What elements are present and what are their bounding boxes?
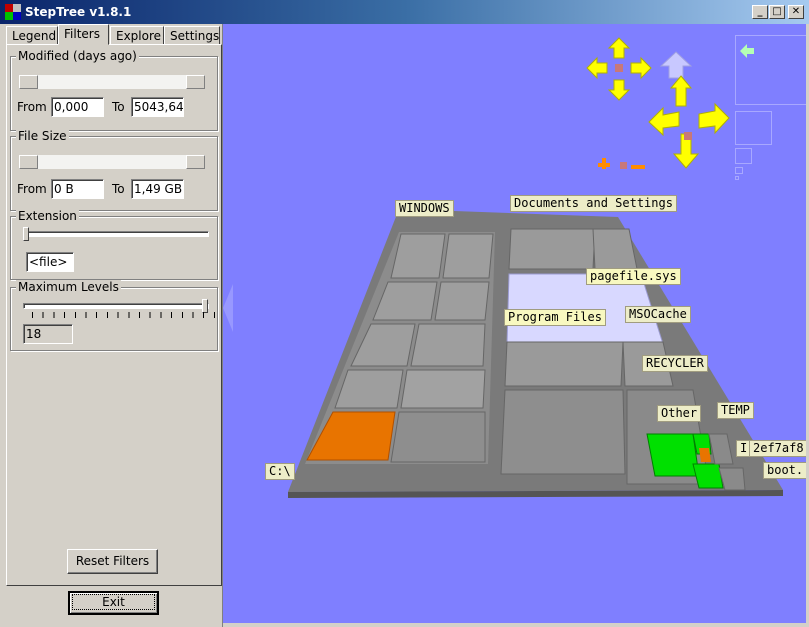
label-c-drive[interactable]: C:\ [265, 463, 295, 480]
file-size-group-label: File Size [16, 129, 69, 143]
extension-value: <file> [26, 252, 74, 272]
tab-filters[interactable]: Filters [58, 24, 109, 45]
modified-range-slider[interactable] [19, 75, 205, 89]
exit-button[interactable]: Exit [68, 591, 159, 615]
filters-panel: Modified (days ago) From 0,000 To 5043,6… [6, 44, 222, 586]
file-size-from-label: From [17, 182, 47, 196]
label-program-files[interactable]: Program Files [504, 309, 606, 326]
label-2ef7af8[interactable]: 2ef7af8 [749, 440, 806, 457]
tab-settings[interactable]: Settings [164, 26, 220, 45]
file-size-to-label: To [112, 182, 125, 196]
file-size-range-low-thumb[interactable] [19, 155, 38, 169]
modified-range-low-thumb[interactable] [19, 75, 38, 89]
file-size-range-high-thumb[interactable] [186, 155, 205, 169]
file-size-from-input[interactable]: 0 B [51, 179, 104, 199]
file-size-to-input[interactable]: 1,49 GB [131, 179, 184, 199]
label-temp[interactable]: TEMP [717, 402, 754, 419]
modified-to-label: To [112, 100, 125, 114]
control-panel: Legend Filters Explore Settings Modified… [0, 24, 223, 627]
folder-other-block[interactable] [646, 433, 700, 477]
label-windows[interactable]: WINDOWS [395, 200, 454, 217]
max-levels-ticks [32, 312, 216, 318]
reset-filters-button[interactable]: Reset Filters [67, 549, 158, 574]
folder-program-files-block[interactable] [504, 341, 624, 387]
folder-documents-block[interactable] [508, 228, 596, 270]
treemap-3d-viewport[interactable]: WINDOWS Documents and Settings pagefile.… [223, 24, 806, 623]
window-title: StepTree v1.8.1 [25, 5, 132, 19]
modified-from-input[interactable]: 0,000 [51, 97, 104, 117]
modified-group: Modified (days ago) From 0,000 To 5043,6… [10, 49, 218, 131]
close-button[interactable]: ✕ [788, 5, 804, 19]
extension-group-label: Extension [16, 209, 79, 223]
label-documents-and-settings[interactable]: Documents and Settings [510, 195, 677, 212]
window-bottom-border [223, 623, 809, 627]
tab-legend[interactable]: Legend [6, 26, 58, 45]
label-pagefile-sys[interactable]: pagefile.sys [586, 268, 681, 285]
extension-slider-thumb[interactable] [23, 227, 29, 241]
max-levels-value: 18 [23, 324, 73, 344]
label-boot[interactable]: boot. [763, 462, 806, 479]
max-levels-slider-thumb[interactable] [202, 299, 208, 313]
max-levels-group: Maximum Levels 18 [10, 280, 218, 351]
app-icon [5, 4, 21, 20]
modified-to-input[interactable]: 5043,64 [131, 97, 184, 117]
file-size-range-slider[interactable] [19, 155, 205, 169]
modified-group-label: Modified (days ago) [16, 49, 139, 63]
title-bar: StepTree v1.8.1 _ □ ✕ [0, 0, 809, 24]
minimize-button[interactable]: _ [752, 5, 768, 19]
max-levels-slider[interactable] [23, 303, 209, 309]
label-msocache[interactable]: MSOCache [625, 306, 691, 323]
exit-button-label: Exit [72, 594, 155, 610]
label-other[interactable]: Other [657, 405, 702, 422]
modified-range-high-thumb[interactable] [186, 75, 205, 89]
modified-from-label: From [17, 100, 47, 114]
extension-group: Extension <file> [10, 209, 218, 280]
label-recycler[interactable]: RECYCLER [642, 355, 708, 372]
tab-explore[interactable]: Explore [110, 26, 164, 45]
max-levels-group-label: Maximum Levels [16, 280, 121, 294]
maximize-button[interactable]: □ [769, 5, 785, 19]
extension-slider[interactable] [24, 231, 209, 237]
file-size-group: File Size From 0 B To 1,49 GB [10, 129, 218, 211]
